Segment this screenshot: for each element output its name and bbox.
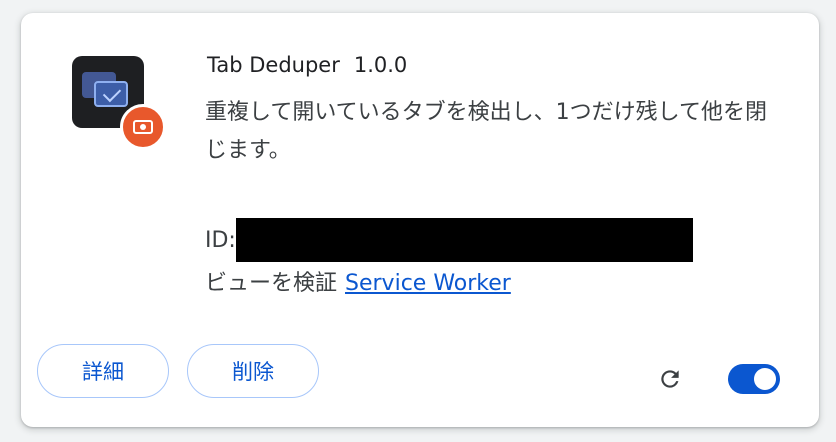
id-label: ID:: [205, 227, 236, 253]
enable-toggle[interactable]: [728, 364, 780, 394]
inspect-views-row: ビューを検証 Service Worker: [205, 265, 511, 297]
inspect-views-label: ビューを検証: [205, 271, 338, 296]
service-worker-link[interactable]: Service Worker: [345, 271, 511, 296]
extension-id-row: ID:: [205, 218, 693, 262]
details-button[interactable]: 詳細: [37, 344, 169, 398]
extension-title: Tab Deduper 1.0.0: [207, 53, 407, 77]
id-value-redacted: [235, 218, 693, 262]
extension-card: Tab Deduper 1.0.0 重複して開いているタブを検出し、1つだけ残して…: [21, 13, 819, 427]
extension-description: 重複して開いているタブを検出し、1つだけ残して他を閉じます。: [205, 100, 768, 163]
extension-name: Tab Deduper: [207, 53, 340, 77]
unpacked-extension-badge-icon: [120, 104, 166, 150]
drive-icon: [133, 120, 153, 134]
extension-version: 1.0.0: [353, 53, 408, 77]
remove-button[interactable]: 削除: [187, 344, 319, 398]
reload-icon[interactable]: [657, 366, 683, 392]
toggle-knob: [754, 368, 776, 390]
